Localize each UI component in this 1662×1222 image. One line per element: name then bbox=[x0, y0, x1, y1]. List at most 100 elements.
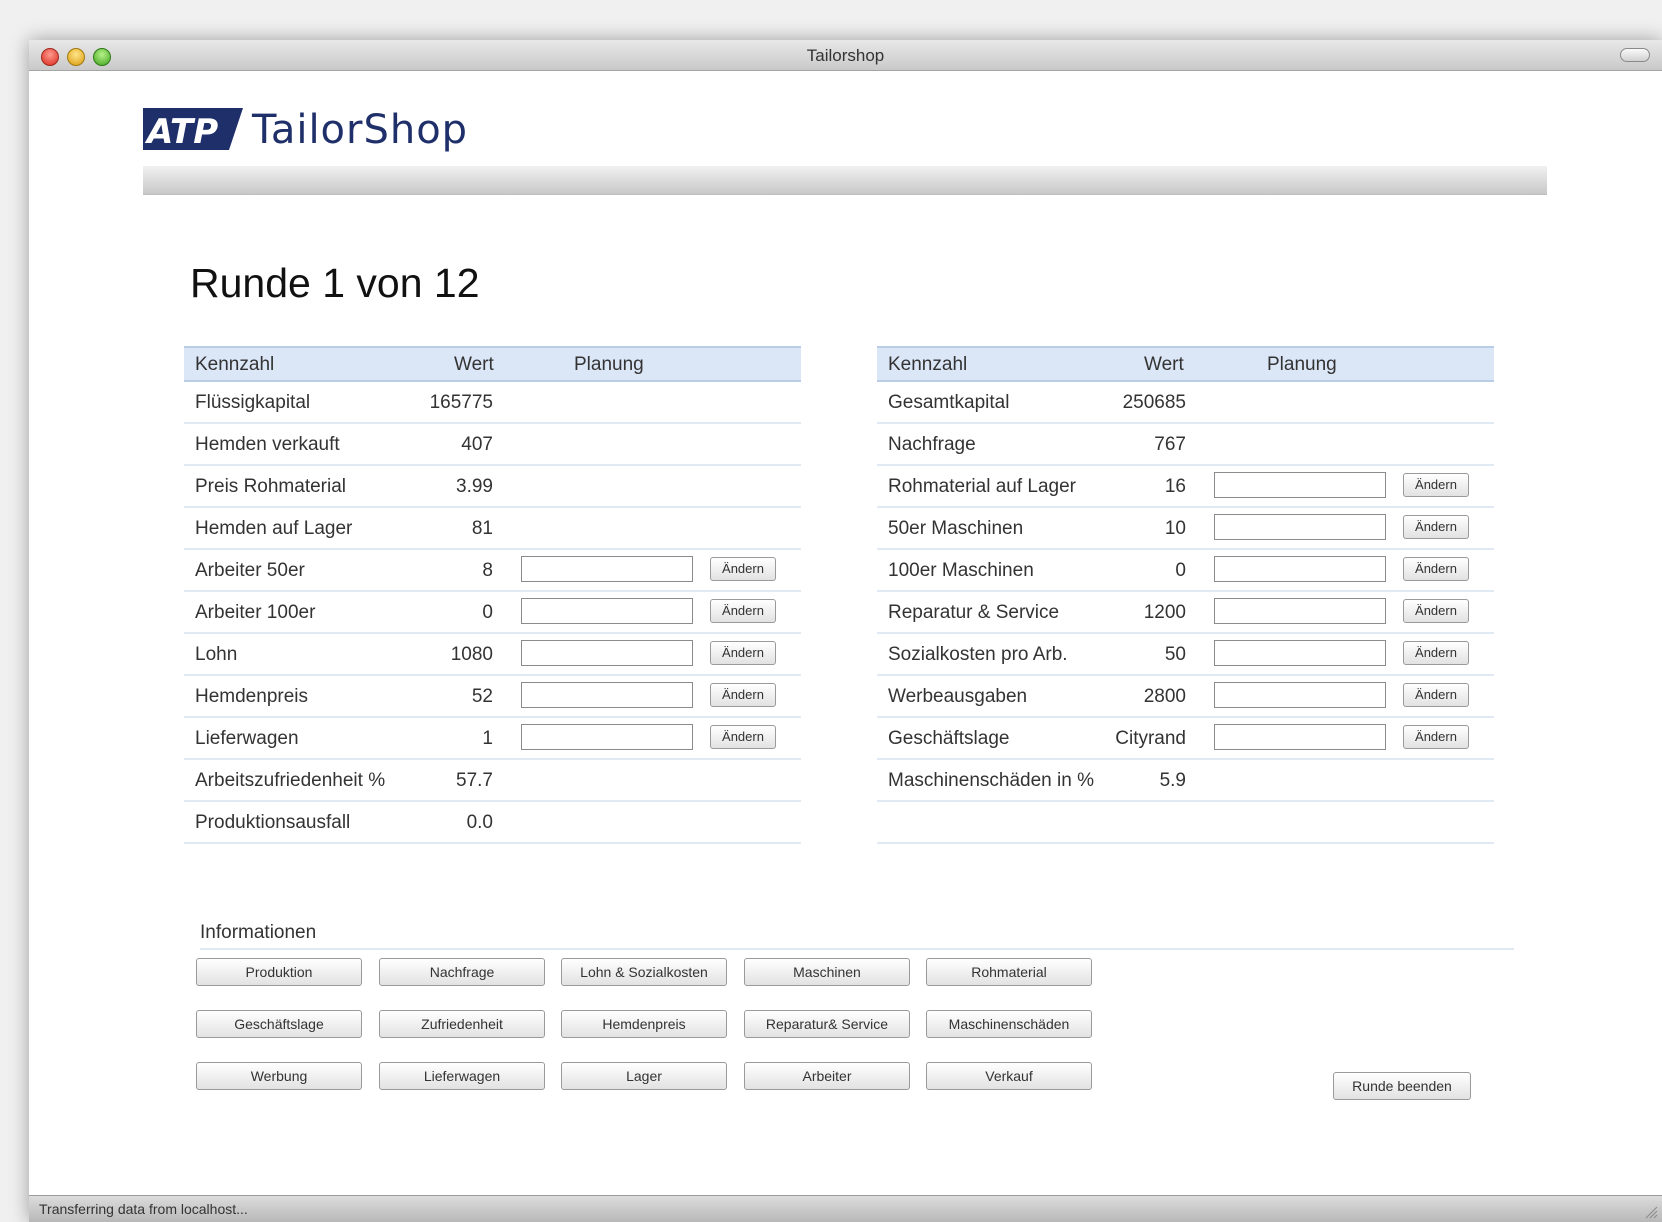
right-metrics-table: Kennzahl Wert Planung Gesamtkapital 25068… bbox=[877, 346, 1494, 844]
metric-label: Sozialkosten pro Arb. bbox=[888, 644, 1068, 665]
info-zufriedenheit-button[interactable]: Zufriedenheit bbox=[379, 1010, 545, 1038]
table-header: Kennzahl Wert Planung bbox=[184, 346, 801, 382]
lohn-change-button[interactable]: Ändern bbox=[710, 641, 776, 665]
geschaeftslage-change-button[interactable]: Ändern bbox=[1403, 725, 1469, 749]
metric-value: 0 bbox=[482, 602, 493, 623]
metric-label: Maschinenschäden in % bbox=[888, 770, 1094, 791]
sozialkosten-pro-arb-planning-input[interactable] bbox=[1214, 640, 1386, 666]
metric-label: Arbeiter 50er bbox=[195, 560, 305, 581]
lieferwagen-planning-input[interactable] bbox=[521, 724, 693, 750]
info-hemdenpreis-button[interactable]: Hemdenpreis bbox=[561, 1010, 727, 1038]
metric-value: 57.7 bbox=[456, 770, 493, 791]
table-row: Arbeiter 100er 0 Ändern bbox=[184, 592, 801, 634]
window-title: Tailorshop bbox=[806, 46, 885, 65]
metric-label: 50er Maschinen bbox=[888, 518, 1024, 539]
metric-label: Nachfrage bbox=[888, 434, 976, 455]
metric-value: 52 bbox=[471, 686, 493, 707]
100er-maschinen-change-button[interactable]: Ändern bbox=[1403, 557, 1469, 581]
sozialkosten-pro-arb-change-button[interactable]: Ändern bbox=[1403, 641, 1469, 665]
header-kennzahl: Kennzahl bbox=[888, 354, 968, 375]
metric-label: Geschäftslage bbox=[888, 728, 1010, 749]
metric-value: Cityrand bbox=[1115, 728, 1186, 749]
hemdenpreis-planning-input[interactable] bbox=[521, 682, 693, 708]
resize-grip-icon[interactable] bbox=[1644, 1205, 1658, 1219]
metric-value: 250685 bbox=[1122, 392, 1186, 413]
hemdenpreis-change-button[interactable]: Ändern bbox=[710, 683, 776, 707]
info-werbung-button[interactable]: Werbung bbox=[196, 1062, 362, 1090]
table-row: Rohmaterial auf Lager 16 Ändern bbox=[877, 466, 1494, 508]
header-kennzahl: Kennzahl bbox=[195, 354, 275, 375]
toolbar-toggle-button[interactable] bbox=[1620, 48, 1650, 62]
atp-logo-badge: ATP bbox=[143, 108, 243, 152]
metric-value: 0 bbox=[1175, 560, 1186, 581]
info-verkauf-button[interactable]: Verkauf bbox=[926, 1062, 1092, 1090]
lieferwagen-change-button[interactable]: Ändern bbox=[710, 725, 776, 749]
table-row: Arbeitszufriedenheit % 57.7 bbox=[184, 760, 801, 802]
end-round-button[interactable]: Runde beenden bbox=[1333, 1072, 1471, 1100]
metric-value: 16 bbox=[1164, 476, 1186, 497]
info-maschinen-button[interactable]: Maschinen bbox=[744, 958, 910, 986]
50er-maschinen-planning-input[interactable] bbox=[1214, 514, 1386, 540]
metric-label: Arbeitszufriedenheit % bbox=[195, 770, 386, 791]
table-row: Flüssigkapital 165775 bbox=[184, 382, 801, 424]
header-wert: Wert bbox=[454, 354, 494, 375]
info-maschinenschaeden-button[interactable]: Maschinenschäden bbox=[926, 1010, 1092, 1038]
page-title: Runde 1 von 12 bbox=[190, 260, 480, 306]
metric-label: Arbeiter 100er bbox=[195, 602, 316, 623]
metric-label: Hemden auf Lager bbox=[195, 518, 353, 539]
table-row: Reparatur & Service 1200 Ändern bbox=[877, 592, 1494, 634]
werbeausgaben-change-button[interactable]: Ändern bbox=[1403, 683, 1469, 707]
lohn-planning-input[interactable] bbox=[521, 640, 693, 666]
header-planung: Planung bbox=[1267, 354, 1337, 375]
metric-label: Lohn bbox=[195, 644, 238, 665]
table-row: 50er Maschinen 10 Ändern bbox=[877, 508, 1494, 550]
left-metrics-table: Kennzahl Wert Planung Flüssigkapital 1657… bbox=[184, 346, 801, 844]
metric-label: Hemdenpreis bbox=[195, 686, 308, 707]
table-row: Produktionsausfall 0.0 bbox=[184, 802, 801, 844]
metric-label: Rohmaterial auf Lager bbox=[888, 476, 1076, 497]
logo-badge-text: ATP bbox=[144, 112, 218, 152]
arbeiter-50er-planning-input[interactable] bbox=[521, 556, 693, 582]
header-planung: Planung bbox=[574, 354, 644, 375]
metric-label: Hemden verkauft bbox=[195, 434, 340, 455]
info-arbeiter-button[interactable]: Arbeiter bbox=[744, 1062, 910, 1090]
50er-maschinen-change-button[interactable]: Ändern bbox=[1403, 515, 1469, 539]
100er-maschinen-planning-input[interactable] bbox=[1214, 556, 1386, 582]
arbeiter-100er-change-button[interactable]: Ändern bbox=[710, 599, 776, 623]
metric-value: 10 bbox=[1164, 518, 1186, 539]
arbeiter-50er-change-button[interactable]: Ändern bbox=[710, 557, 776, 581]
metric-value: 1 bbox=[482, 728, 493, 749]
metric-label: Reparatur & Service bbox=[888, 602, 1060, 623]
metric-value: 1200 bbox=[1143, 602, 1186, 623]
info-geschaeftslage-button[interactable]: Geschäftslage bbox=[196, 1010, 362, 1038]
header-wert: Wert bbox=[1144, 354, 1184, 375]
geschaeftslage-planning-input[interactable] bbox=[1214, 724, 1386, 750]
metric-label: Preis Rohmaterial bbox=[195, 476, 346, 497]
status-bar: Transferring data from localhost... bbox=[29, 1195, 1662, 1222]
info-reparatur-service-button[interactable]: Reparatur& Service bbox=[744, 1010, 910, 1038]
metric-label: Lieferwagen bbox=[195, 728, 299, 749]
rohmaterial-auf-lager-change-button[interactable]: Ändern bbox=[1403, 473, 1469, 497]
table-row: Werbeausgaben 2800 Ändern bbox=[877, 676, 1494, 718]
info-nachfrage-button[interactable]: Nachfrage bbox=[379, 958, 545, 986]
info-divider bbox=[200, 948, 1514, 950]
reparatur-service-planning-input[interactable] bbox=[1214, 598, 1386, 624]
reparatur-service-change-button[interactable]: Ändern bbox=[1403, 599, 1469, 623]
werbeausgaben-planning-input[interactable] bbox=[1214, 682, 1386, 708]
app-window: Tailorshop ATP TailorShop Runde 1 von 12… bbox=[29, 40, 1662, 1222]
info-rohmaterial-button[interactable]: Rohmaterial bbox=[926, 958, 1092, 986]
arbeiter-100er-planning-input[interactable] bbox=[521, 598, 693, 624]
info-lager-button[interactable]: Lager bbox=[561, 1062, 727, 1090]
info-lieferwagen-button[interactable]: Lieferwagen bbox=[379, 1062, 545, 1090]
table-row: Nachfrage 767 bbox=[877, 424, 1494, 466]
table-row: 100er Maschinen 0 Ändern bbox=[877, 550, 1494, 592]
table-row: Hemden auf Lager 81 bbox=[184, 508, 801, 550]
info-lohn-sozialkosten-button[interactable]: Lohn & Sozialkosten bbox=[561, 958, 727, 986]
logo-wordmark: TailorShop bbox=[252, 107, 469, 153]
rohmaterial-auf-lager-planning-input[interactable] bbox=[1214, 472, 1386, 498]
table-row bbox=[877, 802, 1494, 844]
metric-label: Flüssigkapital bbox=[195, 392, 311, 413]
metric-value: 0.0 bbox=[466, 812, 493, 833]
info-produktion-button[interactable]: Produktion bbox=[196, 958, 362, 986]
metric-value: 5.9 bbox=[1159, 770, 1186, 791]
